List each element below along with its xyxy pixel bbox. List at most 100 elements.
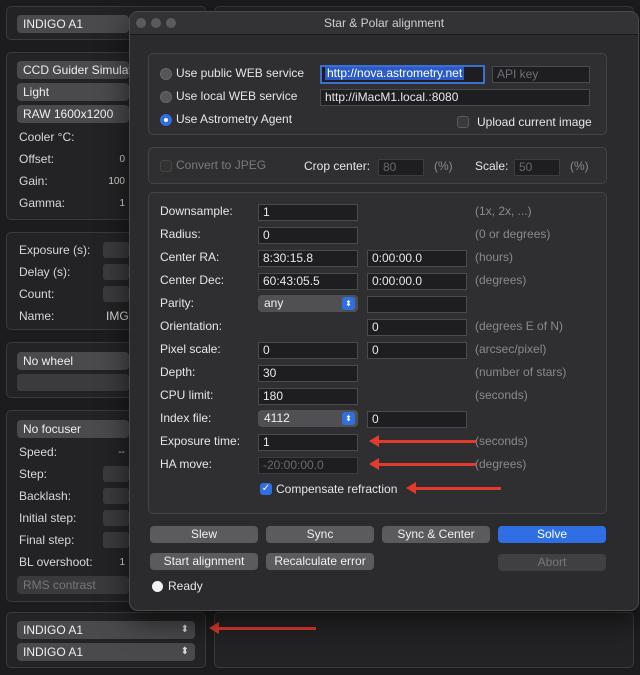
convert-jpeg-label[interactable]: Convert to JPEG (176, 158, 266, 172)
count-label: Count: (19, 287, 55, 301)
radius-hint: (0 or degrees) (475, 227, 551, 241)
ha-move-input[interactable]: -20:00:00.0 (258, 457, 358, 474)
local-url-input[interactable]: http://iMacM1.local.:8080 (320, 89, 590, 106)
local-service-radio[interactable] (160, 91, 172, 103)
ha-move-hint: (degrees) (475, 457, 527, 471)
chevron-updown-icon: ⬍ (180, 624, 189, 635)
delay-label: Delay (s): (19, 265, 71, 279)
wheel-filter-select[interactable] (17, 374, 129, 391)
radius-input[interactable]: 0 (258, 227, 358, 244)
offset-value: 0 (119, 154, 125, 165)
exposure-label: Exposure (s): (19, 243, 91, 257)
red-arrow-device (209, 622, 316, 634)
offset-label: Offset: (19, 152, 55, 166)
final-step-field[interactable] (103, 532, 129, 548)
center-dec-input[interactable]: 60:43:05.5 (258, 273, 358, 290)
ha-move-label: HA move: (160, 457, 213, 471)
chevron-updown-icon: ⬍ (342, 297, 355, 310)
index-file-input-2[interactable]: 0 (367, 411, 467, 428)
center-ra-input-2[interactable]: 0:00:00.0 (367, 250, 467, 267)
chevron-updown-icon: ⬍ (180, 646, 189, 657)
exposure-time-input[interactable]: 1 (258, 434, 358, 451)
camera-select[interactable]: CCD Guider Simulat (17, 61, 129, 79)
delay-field[interactable] (103, 264, 129, 280)
downsample-input[interactable]: 1 (258, 204, 358, 221)
recalculate-error-button[interactable]: Recalculate error (266, 553, 374, 570)
top-device-select[interactable]: INDIGO A1 (17, 15, 129, 33)
bottom-device-2-label: INDIGO A1 (23, 645, 84, 659)
top-device-label: INDIGO A1 (23, 17, 84, 31)
rms-contrast-label: RMS contrast (23, 578, 96, 592)
agent-service-radio[interactable] (160, 114, 172, 126)
convert-jpeg-checkbox[interactable] (160, 160, 172, 172)
backlash-field[interactable] (103, 488, 129, 504)
wheel-select[interactable]: No wheel (17, 352, 129, 370)
pixel-scale-input-2[interactable]: 0 (367, 342, 467, 359)
public-url-text: http://nova.astrometry.net (325, 66, 465, 80)
local-service-label[interactable]: Use local WEB service (176, 89, 297, 103)
compensate-refraction-checkbox[interactable]: ✓ (260, 483, 272, 495)
name-value[interactable]: IMG (106, 309, 129, 323)
pixel-scale-input[interactable]: 0 (258, 342, 358, 359)
center-ra-hint: (hours) (475, 250, 514, 264)
rms-contrast-select[interactable]: RMS contrast (17, 576, 129, 594)
resolution-select[interactable]: RAW 1600x1200 (17, 105, 129, 123)
downsample-hint: (1x, 2x, ...) (475, 204, 532, 218)
upload-image-label[interactable]: Upload current image (477, 115, 592, 129)
start-alignment-button[interactable]: Start alignment (150, 553, 258, 570)
center-dec-hint: (degrees) (475, 273, 527, 287)
window-title: Star & Polar alignment (323, 16, 445, 30)
backlash-label: Backlash: (19, 489, 72, 503)
center-dec-input-2[interactable]: 0:00:00.0 (367, 273, 467, 290)
upload-image-checkbox[interactable] (457, 116, 469, 128)
parity-extra-input[interactable] (367, 296, 467, 313)
api-key-input[interactable]: API key (492, 66, 590, 83)
public-service-radio[interactable] (160, 68, 172, 80)
camera-label: CCD Guider Simulat (23, 63, 129, 77)
focuser-select[interactable]: No focuser (17, 420, 129, 438)
exposure-field[interactable] (103, 242, 129, 258)
orientation-input[interactable]: 0 (367, 319, 467, 336)
exposure-time-hint: (seconds) (475, 434, 528, 448)
solve-button[interactable]: Solve (498, 526, 606, 543)
step-field[interactable] (103, 466, 129, 482)
crop-center-input[interactable]: 80 (378, 159, 424, 176)
pixel-scale-hint: (arcsec/pixel) (475, 342, 547, 356)
title-bar: Star & Polar alignment (130, 12, 638, 35)
red-arrow-refraction (406, 482, 501, 494)
api-key-placeholder: API key (497, 67, 539, 81)
bottom-device-select-2[interactable]: INDIGO A1 ⬍ (17, 643, 195, 661)
center-ra-label: Center RA: (160, 250, 220, 264)
step-label: Step: (19, 467, 48, 481)
initial-step-field[interactable] (103, 510, 129, 526)
frame-type-select[interactable]: Light (17, 83, 129, 101)
public-url-input[interactable]: http://nova.astrometry.net (320, 65, 485, 84)
depth-input[interactable]: 30 (258, 365, 358, 382)
cooler-label: Cooler °C: (19, 130, 75, 144)
bottom-device-select-1[interactable]: INDIGO A1 ⬍ (17, 621, 195, 639)
compensate-refraction-label[interactable]: Compensate refraction (276, 482, 397, 496)
name-label: Name: (19, 309, 55, 323)
status-text: Ready (168, 579, 203, 593)
count-field[interactable] (103, 286, 129, 302)
wheel-label: No wheel (23, 354, 74, 368)
bl-overshoot-value: 1 (119, 557, 125, 568)
pixel-scale-label: Pixel scale: (160, 342, 221, 356)
sync-button[interactable]: Sync (266, 526, 374, 543)
star-polar-alignment-dialog: Star & Polar alignment Use public WEB se… (129, 11, 639, 611)
speed-value: -- (118, 447, 125, 458)
agent-service-label[interactable]: Use Astrometry Agent (176, 112, 292, 126)
abort-button[interactable]: Abort (498, 554, 606, 571)
resolution-label: RAW 1600x1200 (23, 107, 114, 121)
slew-button[interactable]: Slew (150, 526, 258, 543)
parity-select[interactable]: any ⬍ (258, 295, 358, 312)
cpu-limit-input[interactable]: 180 (258, 388, 358, 405)
public-service-label[interactable]: Use public WEB service (176, 66, 304, 80)
scale-input[interactable]: 50 (514, 159, 560, 176)
index-file-value: 4112 (264, 411, 290, 425)
index-file-select[interactable]: 4112 ⬍ (258, 410, 358, 427)
status-indicator-icon (152, 581, 163, 592)
cpu-limit-hint: (seconds) (475, 388, 528, 402)
center-ra-input[interactable]: 8:30:15.8 (258, 250, 358, 267)
sync-center-button[interactable]: Sync & Center (382, 526, 490, 543)
